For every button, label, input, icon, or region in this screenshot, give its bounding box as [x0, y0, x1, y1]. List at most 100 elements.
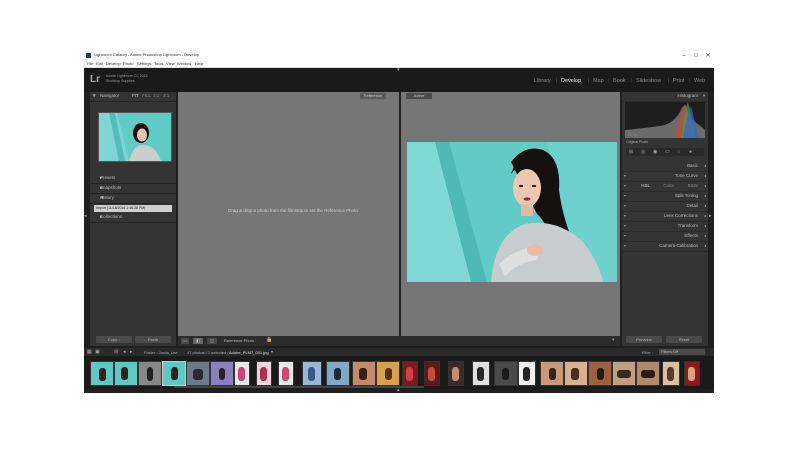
forward-arrow-icon[interactable]: ▸ — [130, 349, 133, 355]
section-lens-corrections[interactable]: ▾ Lens Corrections ◂ — [622, 212, 708, 222]
filmstrip-thumb[interactable] — [114, 361, 138, 386]
grid-view-icon[interactable]: ▦ — [87, 349, 92, 355]
crop-tool-icon[interactable]: ⊞ — [629, 149, 633, 155]
add-collection-icon[interactable]: + — [100, 214, 173, 219]
filmstrip-filename[interactable]: Adobe_PLM7_001.jpg — [229, 350, 269, 355]
color-tab[interactable]: Color — [663, 183, 674, 188]
navigator-header[interactable]: ▼ Navigator FIT FILL 1:1 3:1 — [90, 92, 176, 102]
presets-header[interactable]: ▸ Presets + — [90, 174, 176, 184]
adjustment-brush-icon[interactable]: ● — [689, 149, 692, 155]
section-detail[interactable]: ▾ Detail ◂ — [622, 202, 708, 212]
filmstrip-thumb[interactable] — [326, 361, 350, 386]
filmstrip-thumb[interactable] — [302, 361, 322, 386]
zoom-fit[interactable]: FIT — [132, 93, 139, 98]
add-preset-icon[interactable]: + — [100, 175, 173, 180]
second-window-icon[interactable]: ▣ — [95, 349, 100, 355]
filmstrip-thumb[interactable] — [540, 361, 564, 386]
module-book[interactable]: Book — [613, 78, 626, 84]
histogram-header[interactable]: Histogram ▼ — [622, 92, 708, 102]
hsl-tab[interactable]: HSL — [641, 183, 650, 188]
menu-develop[interactable]: Develop — [106, 61, 121, 67]
spot-removal-icon[interactable]: ◎ — [641, 149, 645, 155]
menu-window[interactable]: Window — [177, 61, 191, 67]
close-button[interactable]: ✕ — [702, 51, 714, 61]
filmstrip-thumb[interactable] — [402, 361, 418, 386]
ref-view-icon[interactable]: ◧ — [193, 338, 203, 344]
maximize-button[interactable]: □ — [690, 51, 702, 61]
menu-help[interactable]: Help — [195, 61, 203, 67]
module-develop[interactable]: Develop — [561, 78, 581, 84]
add-snapshot-icon[interactable]: + — [100, 185, 173, 190]
history-entry[interactable]: Import (11/18/2016 1:46:28 PM) — [94, 205, 172, 212]
module-print[interactable]: Print — [673, 78, 684, 84]
section-transform[interactable]: ▾ Transform ◂ — [622, 222, 708, 232]
collections-header[interactable]: ▸ Collections + — [90, 213, 176, 223]
filmstrip-thumb[interactable] — [612, 361, 636, 386]
filmstrip-thumb[interactable] — [90, 361, 114, 386]
module-web[interactable]: Web — [694, 78, 705, 84]
zoom-fill[interactable]: FILL — [142, 93, 151, 98]
section-split-toning[interactable]: ▾ Split Toning ◂ — [622, 192, 708, 202]
module-map[interactable]: Map — [593, 78, 604, 84]
filmstrip-thumb[interactable] — [518, 361, 536, 386]
module-library[interactable]: Library — [534, 78, 551, 84]
section-effects[interactable]: ▾ Effects ◂ — [622, 232, 708, 242]
history-header[interactable]: ▼ History ✕ — [90, 194, 176, 204]
filmstrip-thumb[interactable] — [684, 361, 700, 386]
filmstrip-scrollbar[interactable] — [174, 386, 424, 388]
snapshots-header[interactable]: ▸ Snapshots + — [90, 184, 176, 194]
filmstrip-source[interactable]: Folder : Jorda_Lee — [144, 350, 178, 355]
lock-icon[interactable]: 🔒 — [266, 337, 272, 343]
section-basic[interactable]: Basic ◂ — [622, 162, 708, 172]
filmstrip-thumb[interactable] — [472, 361, 490, 386]
collapse-right-arrow[interactable]: ▸ — [709, 213, 712, 219]
filmstrip-thumb[interactable] — [234, 361, 250, 386]
red-eye-icon[interactable]: ◉ — [653, 149, 657, 155]
filmstrip-thumb[interactable] — [636, 361, 660, 386]
filename-dropdown-icon[interactable]: ▾ — [271, 349, 273, 354]
filmstrip-thumb[interactable] — [278, 361, 294, 386]
menu-view[interactable]: View — [166, 61, 175, 67]
graduated-filter-icon[interactable]: ▭ — [665, 149, 670, 155]
navigator-preview[interactable] — [98, 112, 172, 162]
toolbar-menu-icon[interactable]: ▾ — [612, 337, 615, 343]
filmstrip-thumb[interactable] — [138, 361, 162, 386]
filmstrip-thumb[interactable] — [662, 361, 680, 386]
filmstrip-thumb[interactable] — [448, 361, 464, 386]
paste-button[interactable]: Paste — [135, 336, 171, 343]
filmstrip-thumb[interactable] — [352, 361, 376, 386]
module-slideshow[interactable]: Slideshow — [636, 78, 661, 84]
filmstrip-thumb[interactable] — [256, 361, 272, 386]
filmstrip-thumb[interactable] — [588, 361, 612, 386]
collapse-left-arrow[interactable]: ◂ — [84, 213, 87, 219]
section-tone-curve[interactable]: ▾ Tone Curve ◂ — [622, 172, 708, 182]
compare-view-icon[interactable]: ◫ — [207, 338, 217, 344]
reset-button[interactable]: Reset — [666, 336, 702, 343]
filmstrip-thumb[interactable] — [424, 361, 440, 386]
section-hsl[interactable]: ▾ HSL Color B&W ◂ — [622, 182, 708, 192]
filmstrip-thumb-selected[interactable] — [162, 361, 186, 386]
menu-file[interactable]: File — [87, 61, 93, 67]
radial-filter-icon[interactable]: ○ — [677, 149, 680, 155]
loupe-view-icon[interactable]: ▭ — [181, 338, 189, 344]
filmstrip-thumb[interactable] — [376, 361, 400, 386]
filmstrip-thumb[interactable] — [186, 361, 210, 386]
menu-photo[interactable]: Photo — [123, 61, 133, 67]
copy-button[interactable]: Copy... — [96, 336, 132, 343]
previous-button[interactable]: Previous — [626, 336, 662, 343]
section-camera-calibration[interactable]: ▾ Camera Calibration ◂ — [622, 242, 708, 252]
back-arrow-icon[interactable]: ◂ — [123, 349, 126, 355]
minimize-button[interactable]: – — [678, 51, 690, 61]
tab-active[interactable]: Active — [406, 93, 432, 99]
menu-settings[interactable]: Settings — [137, 61, 151, 67]
tab-reference[interactable]: Reference — [360, 93, 386, 99]
active-photo[interactable] — [407, 142, 617, 282]
zoom-1-1[interactable]: 1:1 — [153, 93, 159, 98]
menu-tools[interactable]: Tools — [154, 61, 163, 67]
filter-select[interactable]: Filters Off — [659, 349, 705, 355]
menu-edit[interactable]: Edit — [96, 61, 103, 67]
collapse-bottom-arrow[interactable]: ▴ — [397, 387, 400, 393]
collapse-top-arrow[interactable]: ▾ — [397, 67, 400, 73]
filmstrip-thumb[interactable] — [494, 361, 518, 386]
zoom-3-1[interactable]: 3:1 — [163, 93, 169, 98]
